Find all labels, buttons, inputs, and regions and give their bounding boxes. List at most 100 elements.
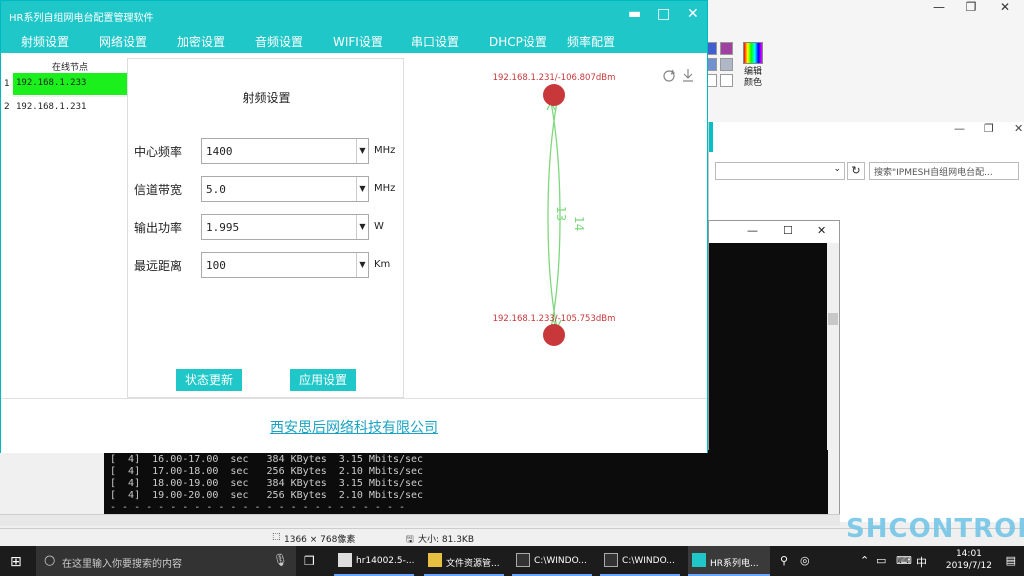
taskbar-app-label: C:\WINDO... bbox=[534, 556, 587, 566]
explorer-search-input[interactable]: 搜索"IPMESH自组网电台配... bbox=[869, 162, 1019, 180]
field-label: 最远距离 bbox=[134, 259, 183, 273]
taskbar: ⊞ ○ 在这里输入你要搜索的内容 🎙 ❒ hr14002.5-... 文件资源管… bbox=[0, 546, 1024, 576]
menu-serial-settings[interactable]: 串口设置 bbox=[411, 33, 459, 50]
edit-colors-button[interactable]: 编辑 颜色 bbox=[738, 42, 768, 92]
clock[interactable]: 14:01 2019/7/12 bbox=[946, 548, 992, 572]
field-label: 信道带宽 bbox=[134, 183, 183, 197]
menu-bar: 射频设置 网络设置 加密设置 音频设置 WIFI设置 串口设置 DHCP设置 频… bbox=[1, 29, 707, 53]
menu-audio-settings[interactable]: 音频设置 bbox=[255, 33, 303, 50]
bottom-node-label: 192.168.1.233/-105.753dBm bbox=[493, 314, 616, 324]
tray-icon[interactable]: ◎ bbox=[800, 554, 810, 567]
ime-indicator[interactable]: 中 bbox=[916, 554, 927, 570]
refresh-icon[interactable]: ↻ bbox=[847, 162, 865, 180]
minimize-icon[interactable]: — bbox=[747, 224, 758, 237]
watermark-logo: SHCONTROL bbox=[846, 514, 1024, 544]
output-power-select[interactable]: 1.995 ▼ bbox=[201, 214, 369, 240]
color-swatch[interactable] bbox=[720, 42, 733, 55]
notification-icon[interactable]: ▤ bbox=[1006, 554, 1016, 567]
panel-title: 射频设置 bbox=[242, 91, 291, 105]
taskbar-app[interactable]: hr14002.5-... bbox=[334, 546, 414, 576]
company-link[interactable]: 西安思后网络科技有限公司 bbox=[1, 417, 707, 437]
dropdown-arrow-icon[interactable]: ▼ bbox=[356, 177, 368, 201]
minimize-icon[interactable]: — bbox=[924, 0, 954, 16]
restore-icon[interactable]: ❐ bbox=[984, 122, 994, 135]
taskbar-app[interactable]: 文件资源管... bbox=[424, 546, 504, 576]
menu-dhcp-settings[interactable]: DHCP设置 bbox=[489, 33, 547, 50]
battery-icon[interactable]: ▭ bbox=[876, 554, 886, 567]
apply-settings-button[interactable]: 应用设置 bbox=[290, 369, 356, 391]
menu-wifi-settings[interactable]: WIFI设置 bbox=[333, 33, 383, 50]
field-unit: Km bbox=[374, 259, 391, 270]
taskbar-app[interactable]: C:\WINDO... bbox=[512, 546, 592, 576]
close-icon[interactable]: ✕ bbox=[817, 224, 826, 237]
app-title: HR系列自组网电台配置管理软件 bbox=[9, 13, 154, 24]
field-label: 输出功率 bbox=[134, 221, 183, 235]
title-bar[interactable]: HR系列自组网电台配置管理软件 ▬ □ ✕ bbox=[1, 1, 707, 29]
keyboard-icon[interactable]: ⌨ bbox=[896, 554, 912, 567]
terminal-line: [ 4] 17.00-18.00 sec 256 KBytes 2.10 Mbi… bbox=[110, 466, 424, 477]
windows-start-icon[interactable]: ⊞ bbox=[10, 554, 22, 570]
app-icon bbox=[692, 553, 706, 567]
online-nodes-header: 在线节点 bbox=[51, 63, 88, 73]
node-row[interactable]: 2 192.168.1.231 bbox=[1, 96, 127, 118]
field-label: 中心频率 bbox=[134, 145, 183, 159]
close-icon[interactable]: ✕ bbox=[990, 0, 1020, 16]
chevron-up-icon[interactable]: ⌃ bbox=[860, 554, 869, 567]
refresh-icon[interactable] bbox=[663, 69, 675, 82]
menu-frequency-config[interactable]: 频率配置 bbox=[567, 33, 615, 50]
field-unit: MHz bbox=[374, 183, 396, 194]
color-swatch[interactable] bbox=[720, 74, 733, 87]
microphone-icon[interactable]: 🎙 bbox=[273, 553, 288, 567]
maximize-icon[interactable]: □ bbox=[657, 6, 670, 22]
restore-icon[interactable]: ❐ bbox=[956, 0, 986, 16]
center-frequency-select[interactable]: 1400 ▼ bbox=[201, 138, 369, 164]
status-update-button[interactable]: 状态更新 bbox=[176, 369, 242, 391]
color-swatch[interactable] bbox=[720, 58, 733, 71]
node-row[interactable]: 1 192.168.1.233 bbox=[1, 73, 127, 95]
node-circle-top[interactable] bbox=[543, 84, 565, 106]
chevron-down-icon: ⌄ bbox=[833, 164, 841, 174]
close-icon[interactable]: ✕ bbox=[687, 6, 699, 22]
tray-icon[interactable]: ⚲ bbox=[780, 554, 788, 567]
field-unit: W bbox=[374, 221, 384, 232]
footer: 西安思后网络科技有限公司 bbox=[1, 398, 707, 453]
horizontal-scrollbar[interactable] bbox=[0, 514, 840, 526]
close-icon[interactable]: ✕ bbox=[1014, 122, 1023, 135]
menu-rf-settings[interactable]: 射频设置 bbox=[21, 33, 69, 50]
app-window: HR系列自组网电台配置管理软件 ▬ □ ✕ 射频设置 网络设置 加密设置 音频设… bbox=[0, 0, 708, 453]
taskbar-search-input[interactable]: ○ 在这里输入你要搜索的内容 🎙 bbox=[36, 546, 296, 576]
rf-settings-panel: 射频设置 中心频率 1400 ▼ MHz 信道带宽 5.0 ▼ MHz 输出功率… bbox=[127, 58, 404, 398]
node-index: 1 bbox=[4, 79, 10, 89]
minimize-icon[interactable]: ▬ bbox=[628, 6, 641, 22]
terminal-line: - - - - - - - - - - - - - - - - - - - - … bbox=[110, 502, 406, 513]
top-node-label: 192.168.1.231/-106.807dBm bbox=[493, 73, 616, 83]
max-distance-select[interactable]: 100 ▼ bbox=[201, 252, 369, 278]
dropdown-arrow-icon[interactable]: ▼ bbox=[356, 215, 368, 239]
download-icon[interactable] bbox=[683, 69, 693, 82]
dropdown-arrow-icon[interactable]: ▼ bbox=[356, 253, 368, 277]
taskbar-app[interactable]: C:\WINDO... bbox=[600, 546, 680, 576]
menu-network-settings[interactable]: 网络设置 bbox=[99, 33, 147, 50]
folder-icon bbox=[428, 553, 442, 567]
scrollbar-thumb[interactable] bbox=[828, 313, 838, 325]
menu-encryption-settings[interactable]: 加密设置 bbox=[177, 33, 225, 50]
task-view-icon[interactable]: ❒ bbox=[304, 554, 315, 568]
taskbar-app-label: 文件资源管... bbox=[446, 559, 500, 569]
minimize-icon[interactable]: — bbox=[954, 122, 965, 135]
terminal-line: [ 4] 18.00-19.00 sec 384 KBytes 3.15 Mbi… bbox=[110, 478, 424, 489]
dropdown-arrow-icon[interactable]: ▼ bbox=[356, 139, 368, 163]
taskbar-app-label: HR系列电... bbox=[710, 559, 759, 569]
taskbar-app-active[interactable]: HR系列电... bbox=[688, 546, 770, 576]
address-bar[interactable]: ⌄ bbox=[715, 162, 845, 180]
maximize-icon[interactable]: ☐ bbox=[783, 224, 793, 237]
color-wheel-icon bbox=[743, 42, 763, 64]
clock-time: 14:01 bbox=[955, 549, 982, 559]
node-circle-bottom[interactable] bbox=[543, 324, 565, 346]
link-up-label: 14 bbox=[572, 216, 586, 231]
app-icon bbox=[338, 553, 352, 567]
online-nodes-list: 在线节点 1 192.168.1.233 2 192.168.1.231 bbox=[1, 58, 127, 120]
taskbar-app-label: C:\WINDO... bbox=[622, 556, 675, 566]
channel-bandwidth-select[interactable]: 5.0 ▼ bbox=[201, 176, 369, 202]
accent-bar bbox=[709, 122, 713, 152]
scrollbar[interactable] bbox=[827, 243, 839, 519]
